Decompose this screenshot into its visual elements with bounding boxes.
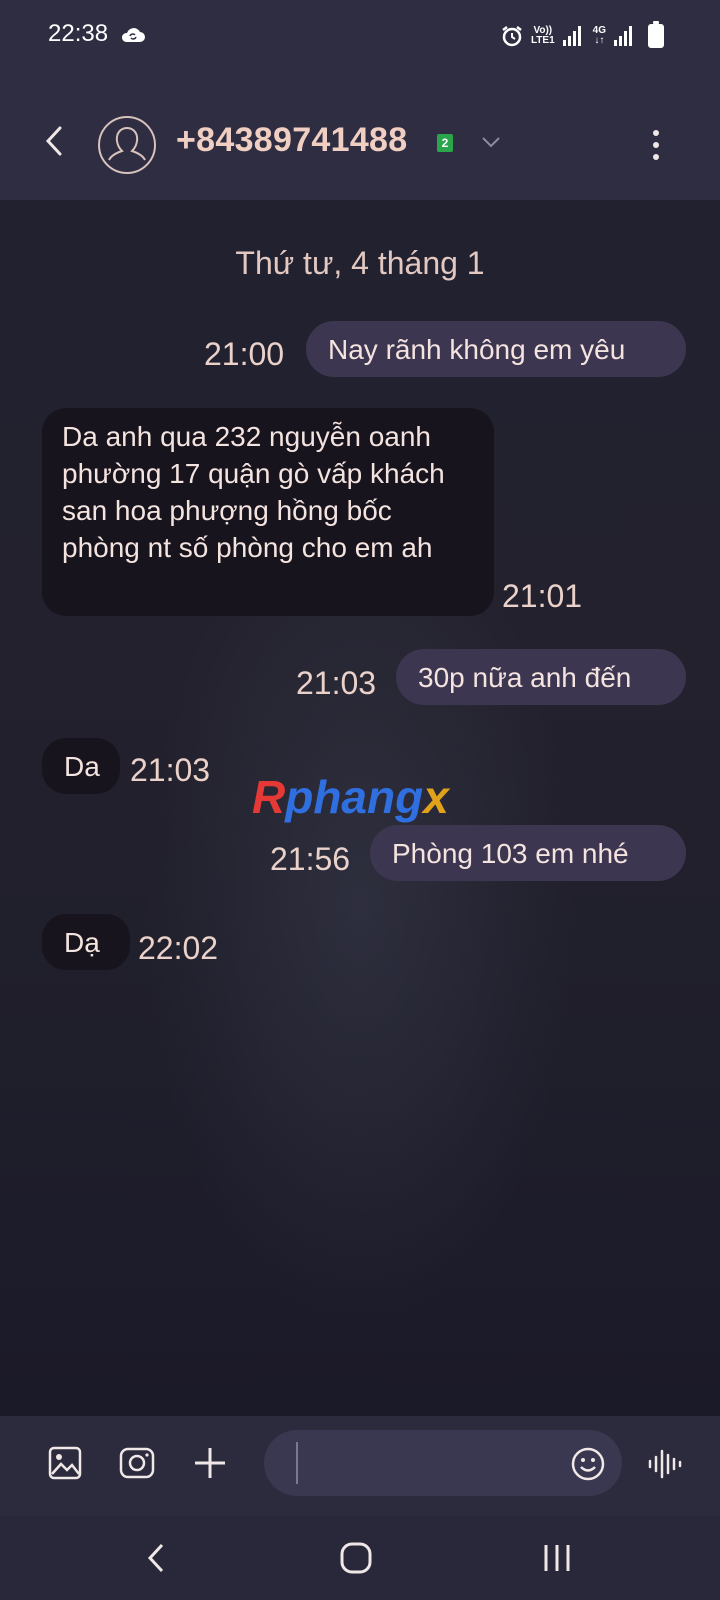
message-time: 21:56 <box>270 841 351 877</box>
emoji-icon[interactable] <box>570 1446 606 1482</box>
status-time: 22:38 <box>48 20 109 47</box>
date-separator: Thứ tư, 4 tháng 1 <box>235 245 485 281</box>
watermark-logo: Rphangx <box>252 771 449 823</box>
4g-indicator: 4G ↓↑ <box>592 25 606 46</box>
volte-indicator: Vo)) LTE1 <box>530 25 555 46</box>
received-message-bubble[interactable]: Da <box>42 738 120 794</box>
contact-number[interactable]: +84389741488 <box>176 121 407 160</box>
back-icon[interactable] <box>140 1540 174 1576</box>
voice-icon[interactable] <box>646 1444 686 1484</box>
more-options-icon[interactable] <box>648 128 664 162</box>
received-message-bubble[interactable]: Da anh qua 232 nguyễn oanh phường 17 quậ… <box>42 408 494 616</box>
signal-1-icon <box>562 26 581 46</box>
back-button[interactable] <box>38 120 72 162</box>
gallery-icon[interactable] <box>46 1444 86 1484</box>
received-message-bubble[interactable]: Dạ <box>42 914 130 970</box>
message-time: 21:00 <box>204 336 285 372</box>
chevron-down-icon[interactable] <box>480 134 502 150</box>
recents-icon[interactable] <box>540 1540 574 1576</box>
message-time: 21:01 <box>502 578 583 614</box>
sent-message-bubble[interactable]: Phòng 103 em nhé <box>370 825 686 881</box>
message-time: 21:03 <box>130 752 211 788</box>
message-time: 22:02 <box>138 930 219 966</box>
contact-avatar[interactable] <box>98 116 156 174</box>
message-input[interactable] <box>264 1430 622 1496</box>
alarm-icon <box>502 26 522 47</box>
cloud-sync-icon <box>121 28 145 42</box>
home-icon[interactable] <box>338 1540 374 1576</box>
plus-icon[interactable] <box>190 1444 230 1484</box>
status-bar: 22:38 Vo)) LTE1 4G ↓↑ <box>0 0 720 72</box>
message-time: 21:03 <box>296 665 377 701</box>
signal-2-icon <box>614 26 632 46</box>
status-icons: Vo)) LTE1 4G ↓↑ <box>501 20 664 52</box>
sent-message-bubble[interactable]: Nay rãnh không em yêu <box>306 321 686 377</box>
text-cursor <box>296 1442 298 1484</box>
camera-icon[interactable] <box>118 1444 158 1484</box>
message-composer <box>0 1416 720 1516</box>
sent-message-bubble[interactable]: 30p nữa anh đến <box>396 649 686 705</box>
sim-badge: 2 <box>437 134 453 152</box>
person-icon <box>108 127 146 161</box>
battery-icon <box>648 21 664 48</box>
system-navigation-bar <box>0 1516 720 1600</box>
conversation-header: +84389741488 2 <box>0 72 720 200</box>
